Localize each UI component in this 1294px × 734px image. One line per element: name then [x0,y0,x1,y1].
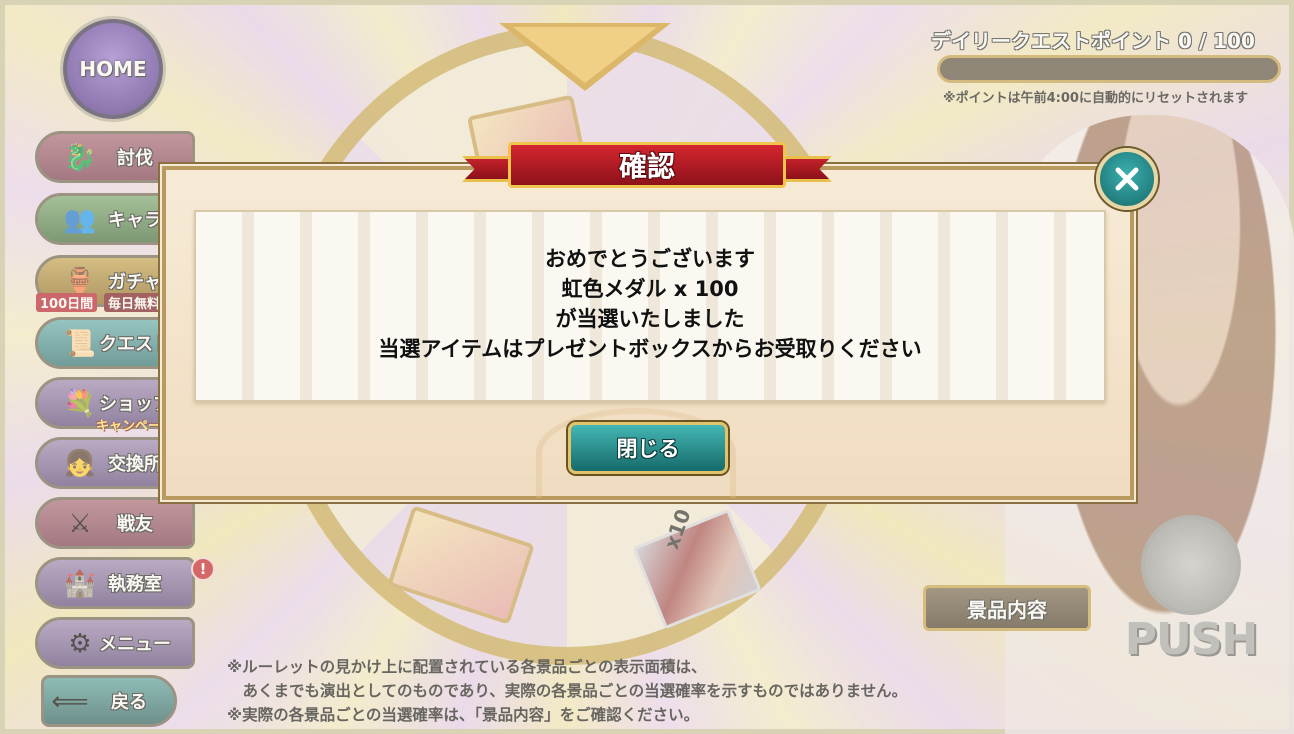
ribbon-banner: 確認 [508,142,786,188]
dialog-message-panel: おめでとうございます 虹色メダル x 100 が当選いたしました 当選アイテムは… [194,210,1106,402]
dialog-message-line: おめでとうございます [545,247,755,271]
dialog-close-x-button[interactable] [1096,148,1158,210]
close-icon [1115,167,1139,191]
dialog-title-ribbon: 確認 [462,140,832,192]
dialog-message-line: 虹色メダル x 100 [561,277,739,301]
dialog-message: おめでとうございます 虹色メダル x 100 が当選いたしました 当選アイテムは… [196,244,1104,364]
dialog-title: 確認 [618,150,675,183]
modal-overlay: おめでとうございます 虹色メダル x 100 が当選いたしました 当選アイテムは… [0,0,1294,734]
dialog-message-line: が当選いたしました [555,307,745,331]
dialog-close-button-label: 閉じる [616,437,680,461]
dialog-close-button[interactable]: 閉じる [568,422,728,474]
dialog-message-line: 当選アイテムはプレゼントボックスからお受取りください [378,337,922,361]
